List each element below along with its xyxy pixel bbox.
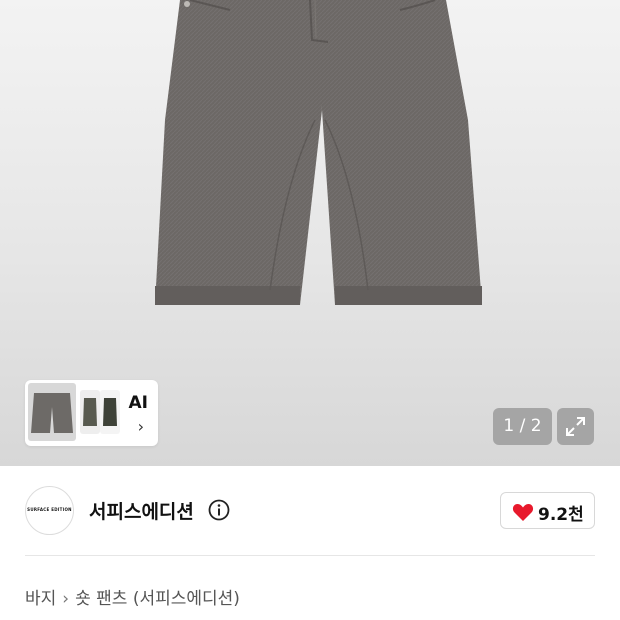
chevron-right-icon: › <box>137 417 144 436</box>
divider <box>25 555 595 556</box>
brand-name[interactable]: 서피스에디션 <box>89 497 194 524</box>
thumbnail-khaki-shorts <box>80 390 100 434</box>
breadcrumb-item-subcategory[interactable]: 숏 팬츠 (서피스에디션) <box>75 589 240 609</box>
product-image-area[interactable]: AI › 1 / 2 <box>0 0 620 466</box>
expand-icon <box>566 417 585 436</box>
product-image-shorts <box>155 0 482 305</box>
ai-styling-card[interactable]: AI › <box>25 380 158 446</box>
breadcrumb: 바지 › 숏 팬츠 (서피스에디션) <box>25 584 240 609</box>
chevron-right-icon: › <box>62 589 70 609</box>
thumbnail-grey-shorts <box>28 383 76 441</box>
breadcrumb-item-category[interactable]: 바지 <box>25 589 56 609</box>
heart-icon <box>512 504 534 521</box>
image-counter: 1 / 2 <box>493 408 552 445</box>
info-icon[interactable] <box>208 499 230 521</box>
like-button[interactable]: 9.2천 <box>500 492 595 529</box>
ai-label: AI <box>128 393 148 413</box>
expand-button[interactable] <box>557 408 594 445</box>
thumbnail-olive-shorts <box>100 390 120 434</box>
like-count: 9.2천 <box>538 505 584 525</box>
brand-logo-text: SURFACE EDITION <box>27 507 72 512</box>
brand-logo[interactable]: SURFACE EDITION <box>25 486 74 535</box>
